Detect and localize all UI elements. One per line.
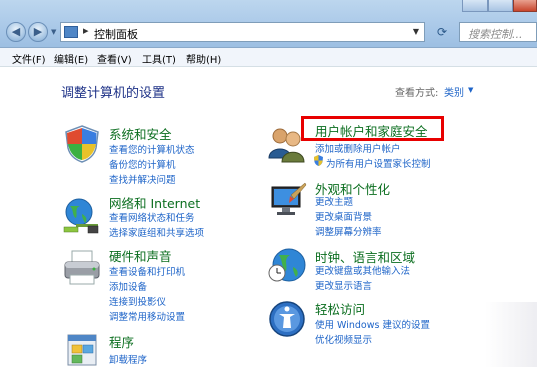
network-globe-icon [63, 198, 99, 234]
link-network-status[interactable]: 查看网络状态和任务 [109, 210, 195, 224]
link-desktop-background[interactable]: 更改桌面背景 [315, 209, 372, 223]
arrow-right-icon: ▶ [33, 25, 43, 38]
link-homegroup-sharing[interactable]: 选择家庭组和共享选项 [109, 225, 204, 239]
link-screen-resolution[interactable]: 调整屏幕分辨率 [315, 224, 382, 238]
control-panel-icon [64, 26, 78, 38]
uac-shield-icon [314, 155, 323, 166]
refresh-icon: ⟳ [436, 25, 448, 39]
category-title-user-accounts[interactable]: 用户帐户和家庭安全 [315, 121, 428, 140]
recent-pages-dropdown[interactable]: ▼ [51, 28, 56, 36]
control-panel-window: ◀ ▶ ▼ ▸ 控制面板 ▼ ⟳ 搜索控制... 文件(F) 编辑(E) 查看(… [0, 0, 537, 367]
link-backup-computer[interactable]: 备份您的计算机 [109, 157, 176, 171]
printer-icon [64, 250, 100, 285]
category-title-ease-of-access[interactable]: 轻松访问 [315, 299, 365, 318]
maximize-button[interactable] [488, 0, 513, 12]
link-optimize-display[interactable]: 优化视频显示 [315, 332, 372, 346]
refresh-button[interactable]: ⟳ [429, 22, 455, 42]
view-by-dropdown[interactable]: 类别 [444, 84, 464, 99]
display-icon [271, 182, 307, 215]
menu-file[interactable]: 文件(F) [12, 51, 46, 66]
link-devices-printers[interactable]: 查看设备和打印机 [109, 264, 185, 278]
link-troubleshoot[interactable]: 查找并解决问题 [109, 172, 176, 186]
menu-help[interactable]: 帮助(H) [186, 51, 221, 66]
search-input[interactable]: 搜索控制... [459, 22, 537, 42]
page-title: 调整计算机的设置 [61, 86, 166, 101]
menu-view[interactable]: 查看(V) [97, 51, 132, 66]
forward-button[interactable]: ▶ [28, 22, 48, 42]
link-keyboard-input[interactable]: 更改键盘或其他输入法 [315, 263, 410, 277]
menu-edit[interactable]: 编辑(E) [54, 51, 88, 66]
menu-bar: 文件(F) 编辑(E) 查看(V) 工具(T) 帮助(H) [0, 48, 537, 67]
ease-of-access-icon [269, 301, 305, 337]
minimize-button[interactable] [462, 0, 488, 12]
background-fade [485, 302, 537, 367]
window-controls [462, 0, 537, 14]
close-button[interactable] [513, 0, 537, 12]
view-by-label: 查看方式: [395, 88, 439, 99]
shield-icon [65, 125, 99, 163]
chevron-down-icon[interactable]: ▼ [468, 86, 473, 94]
menu-tools[interactable]: 工具(T) [142, 51, 176, 66]
breadcrumb-separator-icon[interactable]: ▸ [83, 24, 89, 37]
search-placeholder: 搜索控制... [468, 28, 523, 41]
clock-globe-icon [268, 248, 306, 282]
link-add-device[interactable]: 添加设备 [109, 279, 147, 293]
programs-icon [67, 334, 97, 366]
link-windows-recommended-settings[interactable]: 使用 Windows 建议的设置 [315, 317, 430, 331]
link-mobility-settings[interactable]: 调整常用移动设置 [109, 309, 185, 323]
link-connect-projector[interactable]: 连接到投影仪 [109, 294, 166, 308]
arrow-left-icon: ◀ [11, 25, 21, 38]
back-button[interactable]: ◀ [6, 22, 26, 42]
link-parental-controls[interactable]: 为所有用户设置家长控制 [326, 156, 431, 170]
title-bar: ◀ ▶ ▼ ▸ 控制面板 ▼ ⟳ 搜索控制... [0, 0, 537, 48]
address-dropdown-icon[interactable]: ▼ [413, 27, 419, 36]
category-title-hardware-sound[interactable]: 硬件和声音 [109, 246, 172, 265]
category-title-system-security[interactable]: 系统和安全 [109, 124, 172, 143]
link-view-computer-status[interactable]: 查看您的计算机状态 [109, 142, 195, 156]
link-add-remove-accounts[interactable]: 添加或删除用户帐户 [315, 141, 401, 155]
breadcrumb[interactable]: 控制面板 [94, 26, 138, 42]
link-display-language[interactable]: 更改显示语言 [315, 278, 372, 292]
link-change-theme[interactable]: 更改主题 [315, 194, 353, 208]
link-uninstall-program[interactable]: 卸载程序 [109, 352, 147, 366]
address-bar[interactable]: ▸ 控制面板 ▼ [60, 22, 425, 42]
category-title-programs[interactable]: 程序 [109, 332, 134, 351]
content-area: 调整计算机的设置 查看方式: 类别 ▼ 系统和安全 查看您的计算机状态 备份您的… [0, 67, 537, 367]
